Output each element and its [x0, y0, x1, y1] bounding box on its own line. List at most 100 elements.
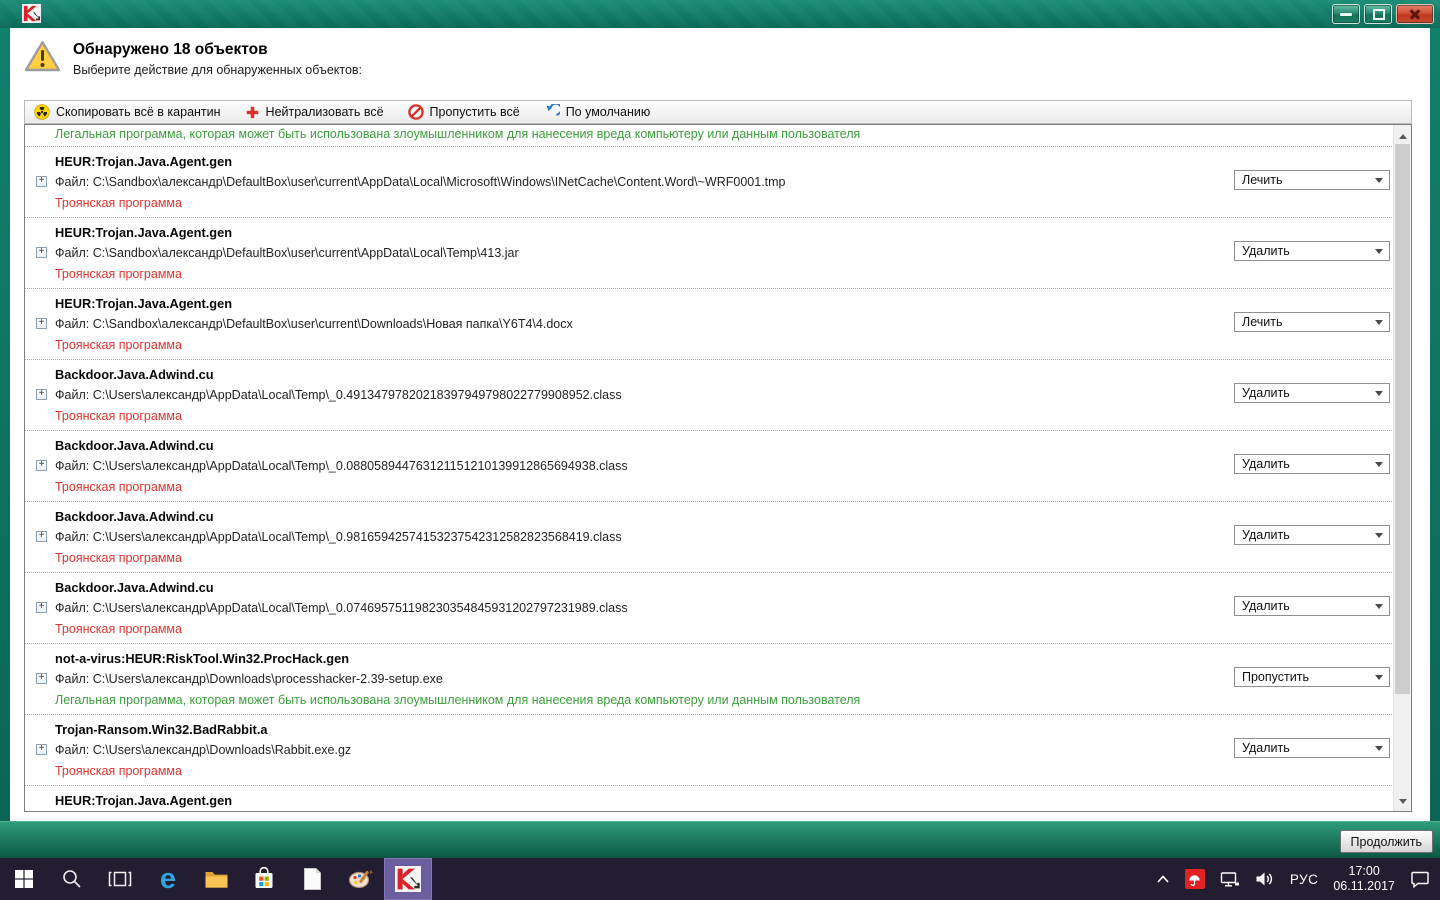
- kaspersky-window: Обнаружено 18 объектов Выберите действие…: [0, 0, 1440, 858]
- minimize-button[interactable]: [1332, 4, 1360, 24]
- hidden-icons-chevron[interactable]: [1156, 874, 1170, 884]
- scroll-thumb[interactable]: [1395, 144, 1410, 694]
- threat-category: Троянская программа: [55, 338, 182, 352]
- file-label: Файл:: [55, 530, 90, 544]
- default-action-button[interactable]: По умолчанию: [544, 104, 650, 120]
- red-cross-icon: [245, 105, 259, 119]
- action-dropdown[interactable]: Удалить: [1234, 596, 1390, 616]
- threat-name: Backdoor.Java.Adwind.cu: [55, 367, 214, 382]
- threat-name: not-a-virus:HEUR:RiskTool.Win32.ProcHack…: [55, 651, 350, 666]
- document-button[interactable]: [288, 858, 336, 900]
- plus-icon: +: [38, 743, 45, 754]
- kaspersky-taskbar-button[interactable]: [384, 858, 432, 900]
- plus-icon: +: [38, 175, 45, 186]
- file-label: Файл:: [55, 459, 90, 473]
- action-center-icon[interactable]: [1410, 870, 1430, 888]
- file-explorer-button[interactable]: [192, 858, 240, 900]
- file-line: Файл: C:\Users\александр\AppData\Local\T…: [55, 388, 622, 402]
- expand-toggle[interactable]: +: [36, 744, 47, 755]
- toolbar-label: Пропустить всё: [429, 105, 520, 119]
- close-button[interactable]: [1396, 4, 1434, 24]
- taskbar: e РУС 17:00 06.11.2017: [0, 858, 1440, 900]
- expand-toggle[interactable]: +: [36, 247, 47, 258]
- clock[interactable]: 17:00 06.11.2017: [1333, 864, 1395, 894]
- action-dropdown[interactable]: Удалить: [1234, 525, 1390, 545]
- file-label: Файл:: [55, 317, 90, 331]
- paint-icon: [348, 870, 373, 889]
- file-line: Файл: C:\Users\александр\AppData\Local\T…: [55, 459, 628, 473]
- edge-button[interactable]: e: [144, 858, 192, 900]
- detections-list: Легальная программа, которая может быть …: [24, 124, 1412, 812]
- start-button[interactable]: [0, 858, 48, 900]
- minimize-icon: [1340, 13, 1352, 16]
- continue-button[interactable]: Продолжить: [1339, 830, 1433, 853]
- action-dropdown[interactable]: Удалить: [1234, 241, 1390, 261]
- threat-row: HEUR:Trojan.Java.Agent.gen + Файл: C:\Sa…: [25, 147, 1394, 218]
- threat-category: Легальная программа, которая может быть …: [55, 693, 861, 707]
- maximize-button[interactable]: [1364, 4, 1392, 24]
- action-dropdown[interactable]: Пропустить: [1234, 667, 1390, 687]
- action-dropdown[interactable]: Удалить: [1234, 738, 1390, 758]
- action-value: Удалить: [1242, 741, 1290, 755]
- folder-icon: [205, 871, 227, 888]
- quarantine-all-button[interactable]: Скопировать всё в карантин: [34, 104, 221, 120]
- threat-name: Trojan-Ransom.Win32.BadRabbit.a: [55, 722, 268, 737]
- chevron-down-icon: [1375, 249, 1383, 258]
- scrollbar[interactable]: [1393, 125, 1411, 811]
- action-dropdown[interactable]: Удалить: [1234, 454, 1390, 474]
- threat-row: HEUR:Trojan.Java.Agent.gen + Файл: C:\Sa…: [25, 218, 1394, 289]
- scroll-down-arrow[interactable]: [1394, 794, 1411, 811]
- volume-icon[interactable]: [1255, 871, 1275, 887]
- dialog-header: Обнаружено 18 объектов Выберите действие…: [24, 40, 362, 77]
- threat-name: Backdoor.Java.Adwind.cu: [55, 509, 214, 524]
- store-button[interactable]: [240, 858, 288, 900]
- paint-button[interactable]: [336, 858, 384, 900]
- file-line: Файл: C:\Users\александр\Downloads\proce…: [55, 672, 443, 686]
- file-path: C:\Sandbox\александр\DefaultBox\user\cur…: [92, 175, 786, 189]
- file-label: Файл:: [55, 743, 90, 757]
- toolbar-label: Скопировать всё в карантин: [56, 105, 221, 119]
- expand-toggle[interactable]: +: [36, 531, 47, 542]
- plus-icon: +: [38, 601, 45, 612]
- neutralize-all-button[interactable]: Нейтрализовать всё: [245, 105, 384, 120]
- warning-icon: [24, 41, 61, 72]
- scroll-up-arrow[interactable]: [1394, 125, 1411, 142]
- threat-name: Backdoor.Java.Adwind.cu: [55, 580, 214, 595]
- network-icon[interactable]: [1220, 871, 1240, 888]
- threat-name: HEUR:Trojan.Java.Agent.gen: [55, 154, 233, 169]
- edge-icon: e: [159, 863, 177, 895]
- expand-toggle[interactable]: +: [36, 673, 47, 684]
- file-line: Файл: C:\Sandbox\александр\DefaultBox\us…: [55, 175, 786, 189]
- chevron-down-icon: [1375, 391, 1383, 400]
- threat-row: Backdoor.Java.Adwind.cu + Файл: C:\Users…: [25, 573, 1394, 644]
- skip-all-button[interactable]: Пропустить всё: [407, 104, 520, 120]
- action-dropdown[interactable]: Лечить: [1234, 170, 1390, 190]
- file-label: Файл:: [55, 601, 90, 615]
- expand-toggle[interactable]: +: [36, 318, 47, 329]
- kaspersky-logo-icon: [22, 4, 41, 23]
- search-button[interactable]: [48, 858, 96, 900]
- threat-name: Backdoor.Java.Adwind.cu: [55, 438, 214, 453]
- expand-toggle[interactable]: +: [36, 389, 47, 400]
- action-dropdown[interactable]: Удалить: [1234, 383, 1390, 403]
- task-view-button[interactable]: [96, 858, 144, 900]
- threat-category: Троянская программа: [55, 409, 182, 423]
- threat-category: Троянская программа: [55, 267, 182, 281]
- threat-row: Backdoor.Java.Adwind.cu + Файл: C:\Users…: [25, 502, 1394, 573]
- avira-tray-icon[interactable]: [1184, 869, 1205, 889]
- chevron-down-icon: [1375, 533, 1383, 542]
- action-value: Удалить: [1242, 457, 1290, 471]
- expand-toggle[interactable]: +: [36, 460, 47, 471]
- file-line: Файл: C:\Sandbox\александр\DefaultBox\us…: [55, 246, 519, 260]
- toolbar-label: Нейтрализовать всё: [265, 105, 384, 119]
- action-value: Удалить: [1242, 599, 1290, 613]
- plus-icon: +: [38, 530, 45, 541]
- expand-toggle[interactable]: +: [36, 602, 47, 613]
- action-dropdown[interactable]: Лечить: [1234, 312, 1390, 332]
- expand-toggle[interactable]: +: [36, 176, 47, 187]
- threat-row: Trojan-Ransom.Win32.BadRabbit.a + Файл: …: [25, 715, 1394, 786]
- language-indicator[interactable]: РУС: [1290, 872, 1319, 887]
- threat-rows: Легальная программа, которая может быть …: [25, 125, 1394, 811]
- window-footer: Продолжить: [0, 821, 1440, 858]
- action-value: Лечить: [1242, 315, 1283, 329]
